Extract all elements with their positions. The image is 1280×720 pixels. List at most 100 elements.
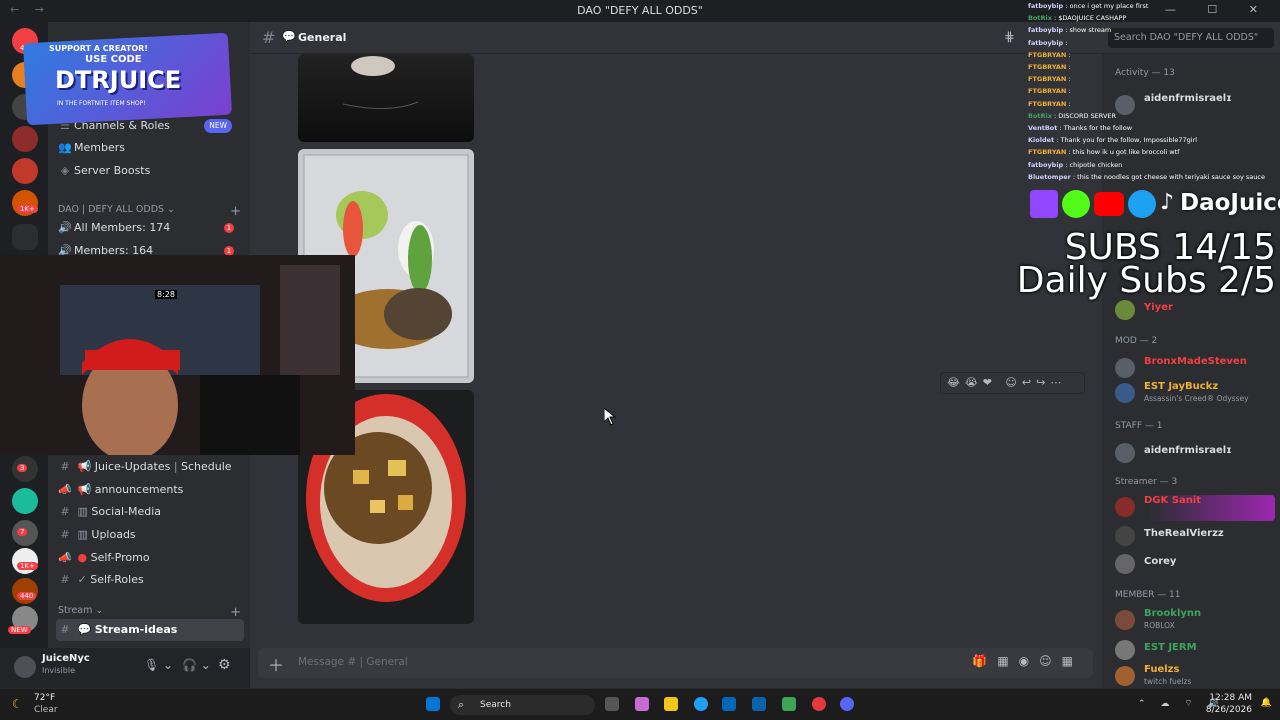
copilot-icon[interactable] — [635, 697, 649, 711]
hash-icon: # — [60, 573, 70, 586]
channel-self-promo[interactable]: 📣 ● Self-Promo — [56, 547, 244, 569]
stream-chat-line: Chipotle seasoning garlic — [1028, 183, 1280, 185]
hash-icon: # — [60, 460, 70, 473]
menu-members[interactable]: 👥 Members — [56, 137, 244, 159]
add-channel-icon: + — [230, 605, 241, 620]
member-row[interactable]: Corey — [1115, 552, 1275, 578]
server-icon[interactable] — [12, 578, 38, 604]
channel-self-roles[interactable]: # ✓ Self-Roles — [56, 569, 244, 591]
username: JuiceNyc — [42, 653, 90, 664]
chat-message: this the noodles got cheese with teriyak… — [1077, 172, 1265, 181]
notification-bell-icon[interactable]: 🔔 — [1261, 698, 1272, 708]
stream-chat-line: Bluetomper : this the noodles got cheese… — [1028, 172, 1265, 181]
member-row[interactable]: aidenfrmisraelɪ — [1115, 441, 1275, 467]
new-badge: NEW — [8, 626, 31, 634]
server-icon-active[interactable] — [12, 224, 38, 250]
composer-tools-icons[interactable]: 🎁▦◉☺▦ — [972, 654, 1083, 668]
message-composer[interactable]: ＋ Message # | General 🎁▦◉☺▦ — [258, 648, 1093, 678]
weather-icon[interactable]: ☾ — [12, 697, 23, 711]
server-icon[interactable] — [12, 158, 38, 184]
server-icon[interactable] — [12, 488, 38, 514]
opera-icon[interactable] — [812, 697, 826, 711]
stream-chat-line: fatboybip : once i get my place first — [1028, 2, 1149, 10]
chat-username: BotRix — [1028, 14, 1052, 23]
clock-date[interactable]: 8/26/2026 — [1206, 705, 1252, 715]
taskbar-search[interactable]: Search — [450, 695, 595, 715]
discord-icon[interactable] — [840, 697, 854, 711]
chat-username: fatboybip — [1028, 160, 1064, 169]
new-badge: NEW — [204, 119, 232, 133]
stream-chat-line: FTGBRYAN : this how ik u got like brocco… — [1028, 148, 1180, 157]
mention-badge: 1K+ — [17, 562, 38, 570]
member-row[interactable]: BronxMadeSteven — [1115, 356, 1275, 382]
menu-server-boosts[interactable]: ◈ Server Boosts — [56, 160, 244, 182]
channel-uploads[interactable]: # ▥ Uploads — [56, 524, 244, 546]
channel-announcements[interactable]: 📣 📢 announcements — [56, 479, 244, 501]
headphones-icon[interactable]: 🎧 ⌄ — [182, 658, 211, 672]
tiktok-icon: ♪ — [1160, 190, 1175, 215]
voice-channel-all-members[interactable]: 🔊 All Members: 174 1 — [56, 217, 244, 239]
gear-icon[interactable]: ⚙ — [218, 657, 231, 673]
search-icon: ⌕ — [458, 698, 465, 711]
chat-username: FTGBRYAN — [1028, 87, 1067, 96]
hash-icon: # — [60, 623, 70, 636]
channel-juice-updates[interactable]: # 📢 Juice-Updates | Schedule — [56, 456, 244, 478]
stream-chat-line: VentBot : Thanks for the follow — [1028, 124, 1133, 133]
role-header: Streamer — 3 — [1115, 477, 1178, 487]
member-row[interactable]: TheRealVierzz — [1115, 524, 1275, 550]
stream-chat-line: BotRix : $DAOJUICE CASHAPP — [1028, 14, 1127, 23]
stream-chat-line: FTGBRYAN : — [1028, 75, 1071, 84]
stream-chat-line: fatboybip : chipotle chicken — [1028, 160, 1123, 169]
threads-icon[interactable]: ⋕ — [1004, 30, 1015, 45]
youtube-icon — [1094, 192, 1124, 216]
role-header: STAFF — 1 — [1115, 421, 1163, 431]
webcam-overlay: 8:28 — [0, 255, 355, 455]
server-icon[interactable] — [12, 126, 38, 152]
chat-username: fatboybip — [1028, 26, 1064, 35]
creator-code-banner: SUPPORT A CREATOR! USE CODE DTRJUICE IN … — [22, 32, 233, 126]
microphone-icon[interactable]: 🎙 ⌄ — [144, 658, 173, 672]
edge-icon[interactable] — [694, 697, 708, 711]
cam-timer: 8:28 — [155, 290, 177, 299]
member-row[interactable]: EST JERM — [1115, 638, 1275, 664]
server-icon[interactable] — [12, 548, 38, 574]
start-icon[interactable] — [426, 697, 440, 711]
chat-message: Thank you for the follow, Impossible77gi… — [1060, 136, 1198, 145]
message-hover-toolbar[interactable]: 😂😭❤ ☺↩↪⋯ — [940, 372, 1085, 394]
member-row[interactable]: Yiyer — [1115, 298, 1275, 324]
task-view-icon[interactable] — [605, 697, 619, 711]
message-input[interactable]: Message # | General — [298, 656, 408, 668]
chat-username: Bluetomper — [1028, 172, 1071, 181]
chat-bubble-icon: 💬 — [282, 30, 296, 43]
chat-username: BotRix — [1028, 111, 1052, 120]
member-row[interactable]: Brooklynn ROBLOX — [1115, 608, 1275, 634]
channel-social-media[interactable]: # ▥ Social-Media — [56, 501, 244, 523]
store-icon[interactable] — [722, 697, 736, 711]
file-explorer-icon[interactable] — [664, 697, 678, 711]
avatar[interactable] — [14, 656, 36, 678]
hash-icon: # — [60, 528, 70, 541]
category-stream[interactable]: Stream ⌄ + — [58, 605, 243, 620]
message-image[interactable] — [298, 54, 474, 142]
stream-chat-line: Kioldet : Thank you for the follow, Impo… — [1028, 136, 1198, 145]
social-icons-overlay: ♪ DaoJuice — [1030, 190, 1280, 220]
app-icon[interactable] — [782, 697, 796, 711]
chat-username: fatboybip — [1028, 38, 1064, 47]
stream-chat-line: FTGBRYAN : — [1028, 87, 1071, 96]
add-attachment-icon[interactable]: ＋ — [268, 652, 284, 676]
role-header: MEMBER — 11 — [1115, 590, 1181, 600]
member-row[interactable]: Fuelzs twitch fuelzs — [1115, 664, 1275, 690]
chat-username: FTGBRYAN — [1028, 75, 1067, 84]
channel-stream-ideas-active[interactable]: # 💬 Stream-ideas — [56, 619, 244, 641]
chat-username: FTGBRYAN — [1028, 50, 1067, 59]
outlook-icon[interactable] — [752, 697, 766, 711]
stream-chat-line: BotRix : DISCORD SERVER — [1028, 111, 1117, 120]
stream-chat-line: FTGBRYAN : — [1028, 99, 1071, 108]
member-row[interactable]: DGK Sanit — [1115, 495, 1275, 521]
member-row[interactable]: EST JayBuckz Assassin's Creed® Odyssey — [1115, 381, 1275, 407]
clock-time[interactable]: 12:28 AM — [1209, 693, 1252, 703]
chat-message: show stream — [1069, 26, 1112, 35]
weather-temp[interactable]: 72°F — [34, 693, 55, 703]
brand-name: DaoJuice — [1180, 190, 1280, 216]
category-dao[interactable]: DAO | DEFY ALL ODDS ⌄ + — [58, 204, 243, 219]
